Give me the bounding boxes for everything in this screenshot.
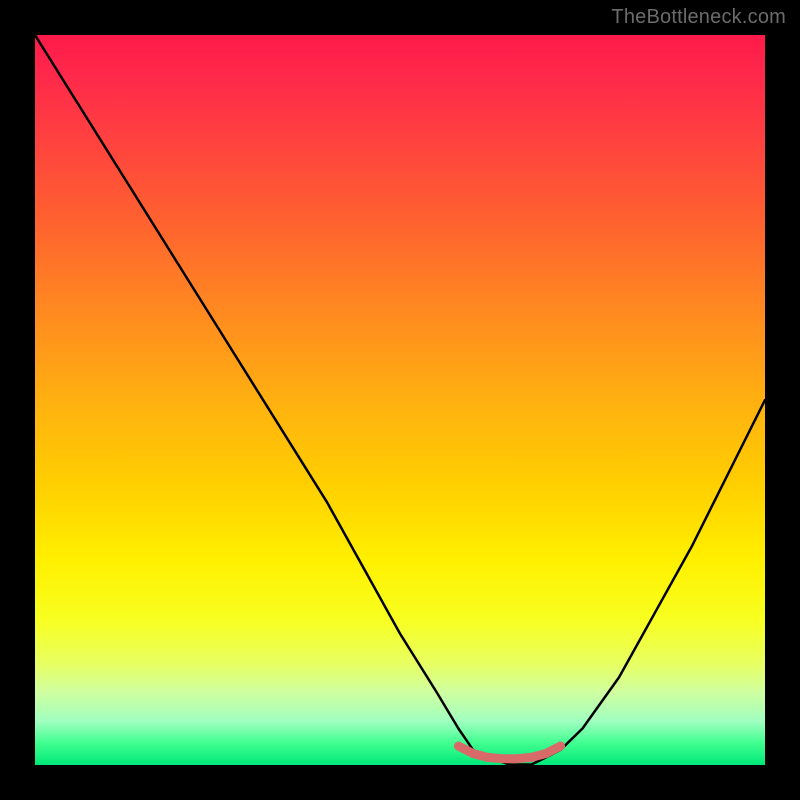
watermark-label: TheBottleneck.com [611,6,786,29]
chart-svg [35,35,765,765]
bottleneck-curve [35,35,765,765]
chart-plot-area [35,35,765,765]
optimal-zone-marker [458,746,560,759]
chart-frame: TheBottleneck.com [0,0,800,800]
